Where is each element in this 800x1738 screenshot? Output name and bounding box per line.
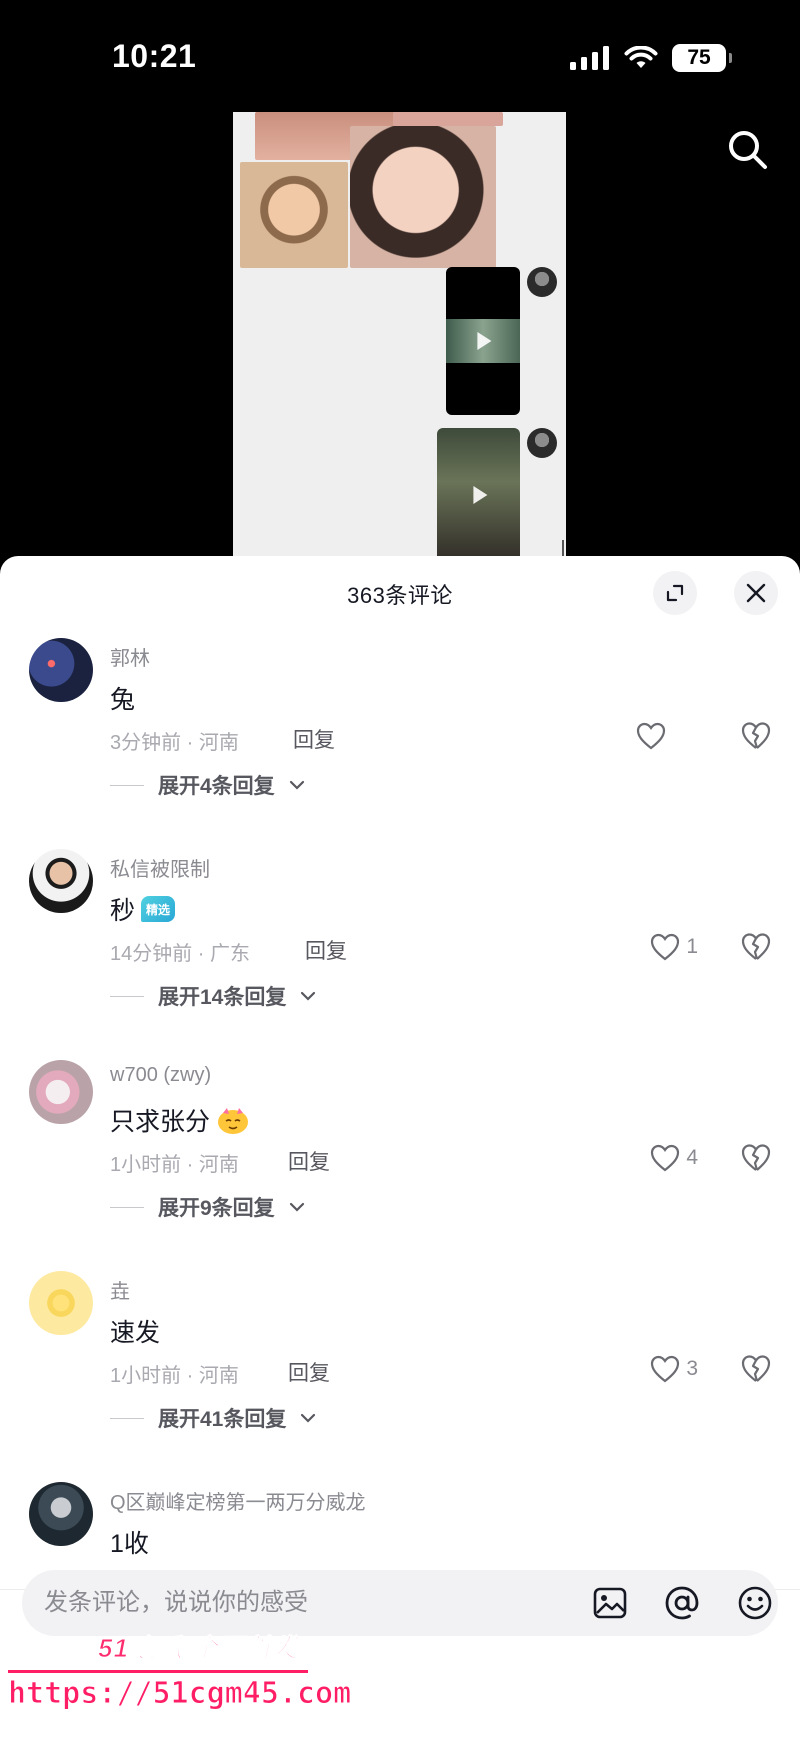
comment-text: 1收 xyxy=(110,1524,149,1560)
search-icon xyxy=(729,131,767,169)
comment-author[interactable]: w700 (zwy) xyxy=(110,1064,211,1087)
heart-icon xyxy=(636,722,666,750)
reply-button[interactable]: 回复 xyxy=(288,1146,330,1176)
smirk-emoji-icon xyxy=(218,1108,249,1134)
at-icon xyxy=(665,1586,699,1620)
chat-avatar xyxy=(527,428,557,458)
comment-item: Q区巅峰定榜第一两万分威龙 1收 xyxy=(0,1390,800,1590)
comment-text: 只求张分 xyxy=(110,1102,250,1138)
avatar[interactable] xyxy=(29,1482,93,1546)
reply-button[interactable]: 回复 xyxy=(293,724,335,754)
broken-heart-icon xyxy=(741,1144,771,1171)
play-icon xyxy=(477,332,492,350)
search-button[interactable] xyxy=(726,128,770,172)
reply-button[interactable]: 回复 xyxy=(288,1357,330,1387)
status-bar: 10:21 75 xyxy=(0,0,800,110)
chat-video-thumbnail xyxy=(446,267,520,415)
comment-text: 速发 xyxy=(110,1313,160,1349)
chat-image xyxy=(240,162,348,268)
comment-text-content: 兔 xyxy=(110,686,136,714)
dislike-button[interactable] xyxy=(740,1142,772,1174)
chat-avatar xyxy=(527,267,557,297)
comment-text-content: 秒 xyxy=(110,897,136,925)
comment-input-bar xyxy=(22,1570,778,1636)
featured-badge: 精选 xyxy=(141,896,176,922)
heart-icon xyxy=(651,1355,680,1383)
comment-text-content: 只求张分 xyxy=(110,1108,211,1136)
broken-heart-icon xyxy=(741,1355,771,1382)
comment-sheet: 363条评论 郭林 兔 3分钟前 · 河南 回复 展开4条回复 私信被限制 秒 … xyxy=(0,556,800,1738)
reply-button[interactable]: 回复 xyxy=(305,935,347,965)
comment-meta: 1小时前 · 河南 xyxy=(110,1365,239,1387)
comment-author[interactable]: Q区巅峰定榜第一两万分威龙 xyxy=(110,1486,366,1515)
like-count: 3 xyxy=(686,1357,698,1380)
comment-item: 垚 速发 1小时前 · 河南 回复 3 展开41条回复 xyxy=(0,1179,800,1431)
like-button[interactable]: 4 xyxy=(650,1142,698,1174)
like-button[interactable]: 1 xyxy=(650,931,698,963)
broken-heart-icon xyxy=(741,933,771,960)
comment-author[interactable]: 郭林 xyxy=(110,642,150,671)
emoji-button[interactable] xyxy=(737,1585,773,1621)
comment-text: 兔 xyxy=(110,680,135,716)
comment-item: 郭林 兔 3分钟前 · 河南 回复 展开4条回复 xyxy=(0,556,800,798)
comment-author[interactable]: 垚 xyxy=(110,1275,130,1304)
signal-icon xyxy=(570,46,609,70)
chat-video-thumbnail xyxy=(437,428,520,562)
chat-image xyxy=(350,126,496,268)
smiley-icon xyxy=(738,1586,772,1620)
comment-meta: 14分钟前 · 广东 xyxy=(110,943,251,965)
broken-heart-icon xyxy=(741,722,771,749)
comment-author[interactable]: 私信被限制 xyxy=(110,853,210,882)
comment-text-content: 速发 xyxy=(110,1319,161,1347)
heart-icon xyxy=(651,1144,680,1172)
like-count: 4 xyxy=(686,1146,698,1169)
like-button[interactable] xyxy=(636,720,672,752)
like-count: 1 xyxy=(686,935,698,958)
comment-text: 秒 精选 xyxy=(110,891,176,927)
dislike-button[interactable] xyxy=(740,720,772,752)
avatar[interactable] xyxy=(29,849,93,913)
avatar[interactable] xyxy=(29,638,93,702)
avatar[interactable] xyxy=(29,1271,93,1335)
image-icon xyxy=(593,1587,627,1619)
comment-text-content: 1收 xyxy=(110,1530,149,1558)
like-button[interactable]: 3 xyxy=(650,1353,698,1385)
comment-item: w700 (zwy) 只求张分 1小时前 · 河南 回复 4 展开9条回复 xyxy=(0,968,800,1220)
comment-meta: 3分钟前 · 河南 xyxy=(110,732,239,754)
video-player[interactable] xyxy=(233,112,566,562)
status-time: 10:21 xyxy=(112,38,197,74)
comment-item: 私信被限制 秒 精选 14分钟前 · 广东 回复 1 展开14条回复 xyxy=(0,757,800,1009)
play-icon xyxy=(472,486,487,504)
image-button[interactable] xyxy=(592,1585,628,1621)
dislike-button[interactable] xyxy=(740,931,772,963)
battery-indicator: 75 xyxy=(672,44,732,72)
dislike-button[interactable] xyxy=(740,1353,772,1385)
comment-input[interactable] xyxy=(44,1570,544,1636)
heart-icon xyxy=(651,933,680,961)
comment-meta: 1小时前 · 河南 xyxy=(110,1154,239,1176)
chat-image xyxy=(393,112,503,126)
status-icons: 75 xyxy=(570,44,732,72)
avatar[interactable] xyxy=(29,1060,93,1124)
wifi-icon xyxy=(624,46,658,68)
mention-button[interactable] xyxy=(664,1585,700,1621)
